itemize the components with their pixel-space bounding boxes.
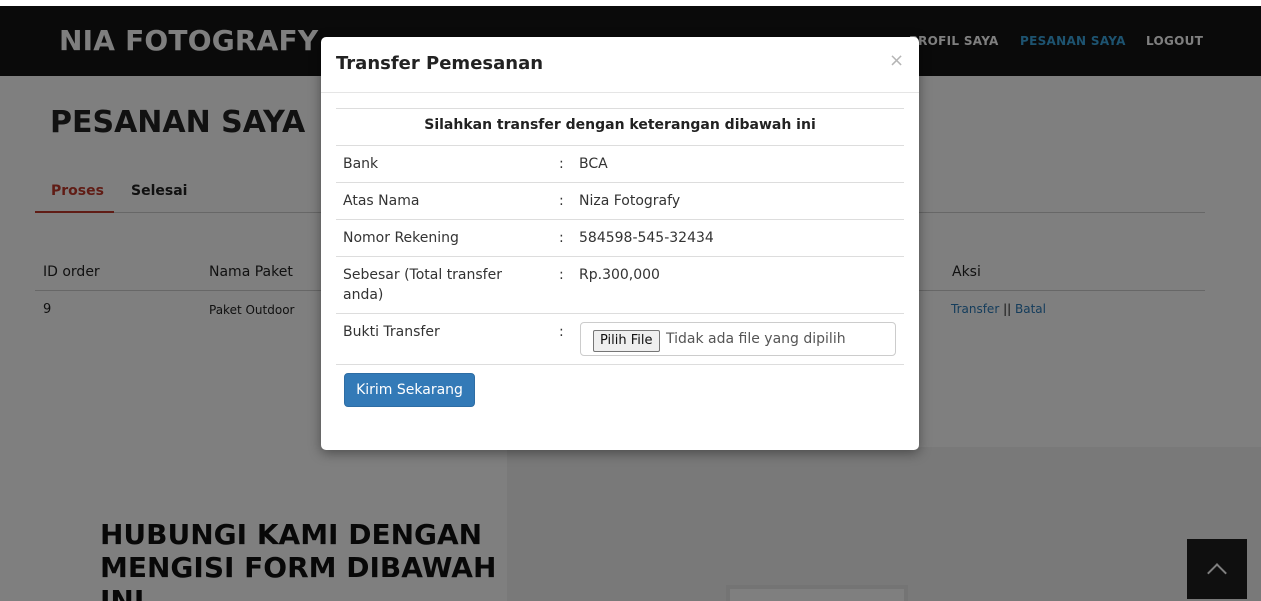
value-nomor-rekening: 584598-545-32434	[579, 230, 714, 246]
table-line	[336, 219, 904, 220]
transfer-instructions: Silahkan transfer dengan keterangan diba…	[424, 117, 816, 133]
submit-button[interactable]: Kirim Sekarang	[344, 373, 475, 407]
colon: :	[559, 324, 564, 340]
table-bottom-line	[336, 364, 904, 365]
value-atas-nama: Niza Fotografy	[579, 193, 681, 209]
label-nomor-rekening: Nomor Rekening	[343, 230, 459, 246]
table-line	[336, 256, 904, 257]
table-top-line	[336, 108, 904, 109]
label-bukti-transfer: Bukti Transfer	[343, 324, 440, 340]
table-line	[336, 145, 904, 146]
transfer-modal: Transfer Pemesanan × Silahkan transfer d…	[321, 37, 919, 450]
value-bank: BCA	[579, 156, 608, 172]
label-atas-nama: Atas Nama	[343, 193, 420, 209]
label-sebesar: Sebesar (Total transfer anda)	[343, 267, 502, 303]
file-status-text: Tidak ada file yang dipilih	[666, 331, 846, 347]
colon: :	[559, 230, 564, 246]
table-line	[336, 313, 904, 314]
table-line	[336, 182, 904, 183]
choose-file-button[interactable]: Pilih File	[593, 330, 660, 352]
modal-header-divider	[321, 92, 919, 93]
colon: :	[559, 267, 564, 283]
label-bank: Bank	[343, 156, 379, 172]
colon: :	[559, 193, 564, 209]
modal-title: Transfer Pemesanan	[336, 53, 544, 74]
value-sebesar: Rp.300,000	[579, 267, 660, 283]
file-upload-input[interactable]: Pilih File Tidak ada file yang dipilih	[580, 322, 896, 356]
colon: :	[559, 156, 564, 172]
close-icon[interactable]: ×	[889, 50, 904, 71]
